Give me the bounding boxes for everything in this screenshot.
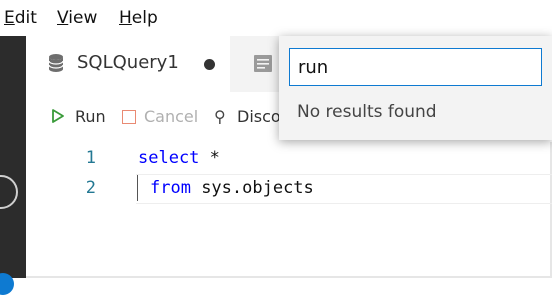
- tab-sqlquery1[interactable]: SQLQuery1: [26, 36, 230, 92]
- line-number: 2: [85, 178, 96, 198]
- no-results-message: No results found: [297, 102, 437, 122]
- menu-edit[interactable]: Edit: [4, 8, 37, 28]
- cancel-button[interactable]: Cancel: [144, 107, 198, 126]
- activity-bar: [0, 36, 26, 295]
- menu-edit-accel: E: [4, 8, 15, 28]
- text-cursor: [137, 175, 138, 201]
- disconnect-button[interactable]: Disco: [237, 107, 281, 126]
- menu-help-accel: H: [119, 8, 132, 28]
- code-editor[interactable]: 1 select * 2 from sys.objects: [26, 142, 552, 278]
- quick-open-input[interactable]: [289, 48, 542, 86]
- play-icon[interactable]: [52, 109, 64, 123]
- stop-icon: [122, 110, 136, 124]
- quick-open-widget: No results found: [279, 36, 552, 140]
- plug-icon[interactable]: ⚲: [214, 107, 226, 126]
- account-icon[interactable]: [0, 175, 18, 209]
- run-button[interactable]: Run: [75, 107, 106, 126]
- code-line[interactable]: select *: [138, 148, 220, 168]
- code-line[interactable]: from sys.objects: [150, 178, 314, 198]
- menu-help-label: elp: [131, 8, 158, 28]
- file-icon[interactable]: [254, 55, 272, 72]
- tab-label: SQLQuery1: [77, 52, 179, 73]
- code-text: sys.objects: [190, 178, 314, 198]
- menu-view[interactable]: View: [57, 8, 97, 28]
- sql-keyword: select: [138, 148, 200, 168]
- sql-keyword: from: [150, 178, 191, 198]
- settings-badge-icon[interactable]: [0, 273, 14, 295]
- unsaved-dot-icon[interactable]: [204, 59, 215, 70]
- menu-view-label: iew: [68, 8, 98, 28]
- menu-edit-label: dit: [14, 8, 37, 28]
- code-text: *: [199, 148, 220, 168]
- menu-view-accel: V: [57, 8, 69, 28]
- menu-help[interactable]: Help: [119, 8, 158, 28]
- database-icon: [48, 54, 64, 72]
- line-number: 1: [85, 148, 96, 168]
- menu-bar: Edit View Help: [0, 0, 552, 36]
